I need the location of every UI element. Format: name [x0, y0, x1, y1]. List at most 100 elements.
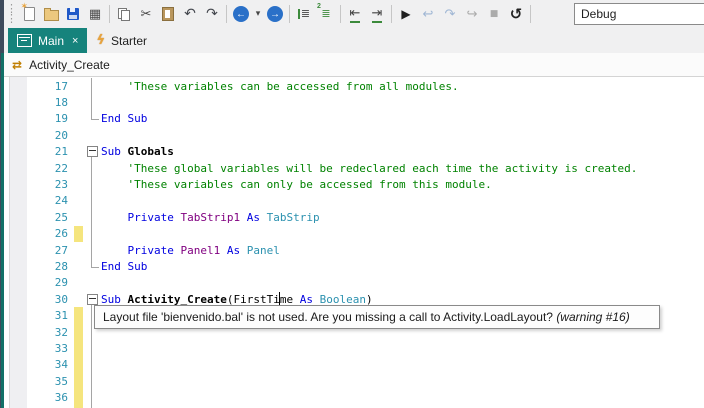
change-bar-empty	[74, 127, 83, 143]
line-number[interactable]: 17	[4, 80, 68, 93]
code-line[interactable]: 28 End Sub	[4, 258, 704, 274]
code-line[interactable]: 27 Private Panel1 As Panel	[4, 242, 704, 258]
line-number[interactable]: 28	[4, 260, 68, 273]
code-text[interactable]: End Sub	[101, 260, 147, 273]
change-bar-empty	[74, 193, 83, 209]
close-icon[interactable]: ×	[72, 35, 78, 47]
run-icon-button[interactable]: ▶	[395, 2, 417, 26]
stop-icon: ■	[489, 9, 499, 19]
line-number[interactable]: 24	[4, 194, 68, 207]
code-line[interactable]: 17 'These variables can be accessed from…	[4, 78, 704, 94]
line-number[interactable]: 34	[4, 358, 68, 371]
code-editor[interactable]: 17 'These variables can be accessed from…	[4, 77, 704, 408]
token-kw: Private	[127, 243, 174, 257]
window-left-border-accent	[1, 53, 4, 408]
line-number[interactable]: 31	[4, 309, 68, 322]
code-line[interactable]: 36	[4, 389, 704, 406]
comment-block-icon-button[interactable]: ≣	[293, 2, 315, 26]
run-icon: ▶	[401, 7, 411, 21]
token-kw: End Sub	[101, 259, 148, 273]
code-line[interactable]: 25 Private TabStrip1 As TabStrip	[4, 209, 704, 225]
line-number[interactable]: 32	[4, 326, 68, 339]
document-tab-strip: Main × ϟ Starter	[4, 28, 704, 56]
toolbar-separator	[530, 5, 531, 23]
open-project-icon-button[interactable]	[40, 2, 62, 26]
code-line[interactable]: 33	[4, 340, 704, 357]
export-package-icon-button[interactable]: ▦	[84, 2, 106, 26]
line-number[interactable]: 18	[4, 96, 68, 109]
paste-icon-button[interactable]	[157, 2, 179, 26]
line-number[interactable]: 29	[4, 276, 68, 289]
restart-icon-button[interactable]: ↺	[505, 2, 527, 26]
code-line[interactable]: 29	[4, 275, 704, 291]
fold-collapse-icon[interactable]	[86, 293, 98, 305]
code-line[interactable]: 23 'These variables can only be accessed…	[4, 176, 704, 192]
code-text[interactable]: 'These variables can be accessed from al…	[101, 80, 458, 93]
code-line[interactable]: 21 Sub Globals	[4, 144, 704, 160]
line-number[interactable]: 22	[4, 162, 68, 175]
line-number[interactable]: 26	[4, 227, 68, 240]
token-kw: End Sub	[101, 112, 148, 126]
code-line[interactable]: 26	[4, 225, 704, 242]
fold-collapse-icon[interactable]	[86, 146, 98, 158]
breadcrumb: ⇄ Activity_Create	[4, 53, 704, 77]
code-text[interactable]: 'These global variables will be redeclar…	[101, 162, 637, 175]
line-number[interactable]: 19	[4, 112, 68, 125]
code-line[interactable]: 34	[4, 356, 704, 374]
tab-starter[interactable]: ϟ Starter	[87, 28, 156, 53]
copy-icon-button[interactable]	[113, 2, 135, 26]
warning-tooltip-text: Layout file 'bienvenido.bal' is not used…	[103, 310, 557, 324]
line-number[interactable]: 33	[4, 342, 68, 355]
code-line[interactable]: 24	[4, 193, 704, 209]
code-line[interactable]: 22 'These global variables will be redec…	[4, 160, 704, 176]
fold-margin[interactable]	[83, 293, 101, 305]
code-text[interactable]: Private TabStrip1 As TabStrip	[101, 211, 320, 224]
outdent-icon-button[interactable]: ⇤	[344, 2, 366, 26]
line-number[interactable]: 35	[4, 375, 68, 388]
line-number[interactable]: 36	[4, 391, 68, 404]
code-text[interactable]: Private Panel1 As Panel	[101, 244, 280, 257]
comment-block-icon: ≣	[297, 8, 310, 19]
undo-icon-button[interactable]: ↶	[179, 2, 201, 26]
outdent-icon: ⇤	[349, 5, 361, 23]
code-text[interactable]: End Sub	[101, 112, 147, 125]
code-line[interactable]: 18	[4, 94, 704, 110]
navigate-forward-icon-button[interactable]: →	[264, 2, 286, 26]
current-sub-label[interactable]: Activity_Create	[29, 58, 110, 72]
code-text[interactable]: Sub Globals	[101, 145, 174, 158]
uncomment-block-icon-button[interactable]: 2 ≣	[315, 2, 337, 26]
toolbar-grip-handle[interactable]: ⋮ ⋮	[6, 4, 17, 25]
code-line[interactable]: 35	[4, 373, 704, 390]
build-configuration-dropdown[interactable]: Debug▾	[574, 3, 704, 25]
token-id: Panel1	[180, 243, 221, 257]
step-out-icon-button[interactable]: ↪	[461, 2, 483, 26]
step-into-icon-button[interactable]: ↩	[417, 2, 439, 26]
line-number[interactable]: 21	[4, 145, 68, 158]
code-line[interactable]: 19 End Sub	[4, 111, 704, 127]
cut-icon-button[interactable]: ✂	[135, 2, 157, 26]
change-bar-empty	[74, 94, 83, 110]
fold-margin[interactable]	[83, 146, 101, 158]
back-history-dropdown-icon-button[interactable]: ▾	[252, 2, 264, 26]
back-history-dropdown-icon: ▾	[255, 9, 261, 19]
stop-icon-button[interactable]: ■	[483, 2, 505, 26]
redo-icon-button[interactable]: ↷	[201, 2, 223, 26]
line-number[interactable]: 30	[4, 293, 68, 306]
line-number[interactable]: 27	[4, 244, 68, 257]
indent-icon-button[interactable]: ⇥	[366, 2, 388, 26]
new-file-icon-button[interactable]: ✶	[18, 2, 40, 26]
step-over-icon-button[interactable]: ↷	[439, 2, 461, 26]
change-bar-empty	[74, 242, 83, 258]
line-number[interactable]: 23	[4, 178, 68, 191]
code-text[interactable]: 'These variables can only be accessed fr…	[101, 178, 491, 191]
change-bar-empty	[74, 176, 83, 192]
tab-main[interactable]: Main ×	[8, 28, 88, 53]
save-icon-button[interactable]	[62, 2, 84, 26]
navigate-back-icon-button[interactable]: ←	[230, 2, 252, 26]
code-line[interactable]: 20	[4, 127, 704, 143]
line-number[interactable]: 20	[4, 129, 68, 142]
line-number[interactable]: 25	[4, 211, 68, 224]
